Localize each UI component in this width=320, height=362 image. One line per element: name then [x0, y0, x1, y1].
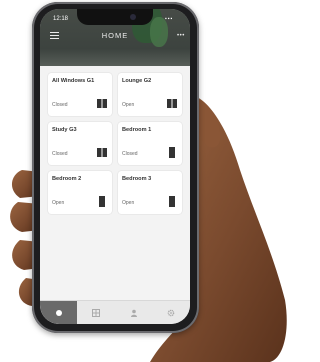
front-camera: [130, 14, 136, 20]
tab-settings[interactable]: [152, 301, 189, 324]
tab-people[interactable]: [115, 301, 152, 324]
status-icons: ▪▪▪: [165, 16, 174, 22]
card-state: Open: [122, 200, 135, 206]
phone-screen: 12:18 ▪▪▪ HOME ••• All Windows G1 Closed…: [40, 9, 190, 324]
single-window-icon: [169, 147, 175, 158]
people-icon: [130, 309, 137, 317]
card-name: All Windows G1: [52, 78, 95, 84]
gear-icon: [167, 309, 174, 317]
card-name: Bedroom 1: [122, 127, 152, 133]
window-card[interactable]: All Windows G1 Closed: [48, 73, 112, 116]
phone-notch: [77, 9, 153, 25]
bottom-tab-bar: [40, 300, 190, 324]
window-card[interactable]: Bedroom 2 Open: [48, 171, 112, 214]
card-state: Closed: [52, 102, 68, 108]
scene: 12:18 ▪▪▪ HOME ••• All Windows G1 Closed…: [0, 0, 293, 362]
card-state: Closed: [122, 151, 138, 157]
grid-icon: [91, 309, 100, 317]
double-window-icon: [97, 99, 107, 108]
single-window-icon: [169, 196, 175, 207]
page-title: HOME: [101, 31, 129, 40]
status-time: 12:18: [53, 16, 69, 22]
card-name: Lounge G2: [122, 78, 152, 84]
tab-home[interactable]: [40, 301, 77, 324]
double-window-icon: [167, 99, 177, 108]
card-state: Open: [122, 102, 135, 108]
window-card[interactable]: Lounge G2 Open: [118, 73, 182, 116]
window-card[interactable]: Study G3 Closed: [48, 122, 112, 165]
window-card[interactable]: Bedroom 1 Closed: [118, 122, 182, 165]
single-window-icon: [99, 196, 105, 207]
card-state: Open: [52, 200, 65, 206]
card-name: Bedroom 3: [122, 176, 152, 182]
tab-grid[interactable]: [77, 301, 114, 324]
card-state: Closed: [52, 151, 68, 157]
window-card[interactable]: Bedroom 3 Open: [118, 171, 182, 214]
double-window-icon: [97, 148, 107, 157]
more-dots-icon[interactable]: •••: [177, 33, 185, 39]
card-name: Study G3: [52, 127, 77, 133]
card-name: Bedroom 2: [52, 176, 82, 182]
home-icon: [55, 310, 62, 316]
